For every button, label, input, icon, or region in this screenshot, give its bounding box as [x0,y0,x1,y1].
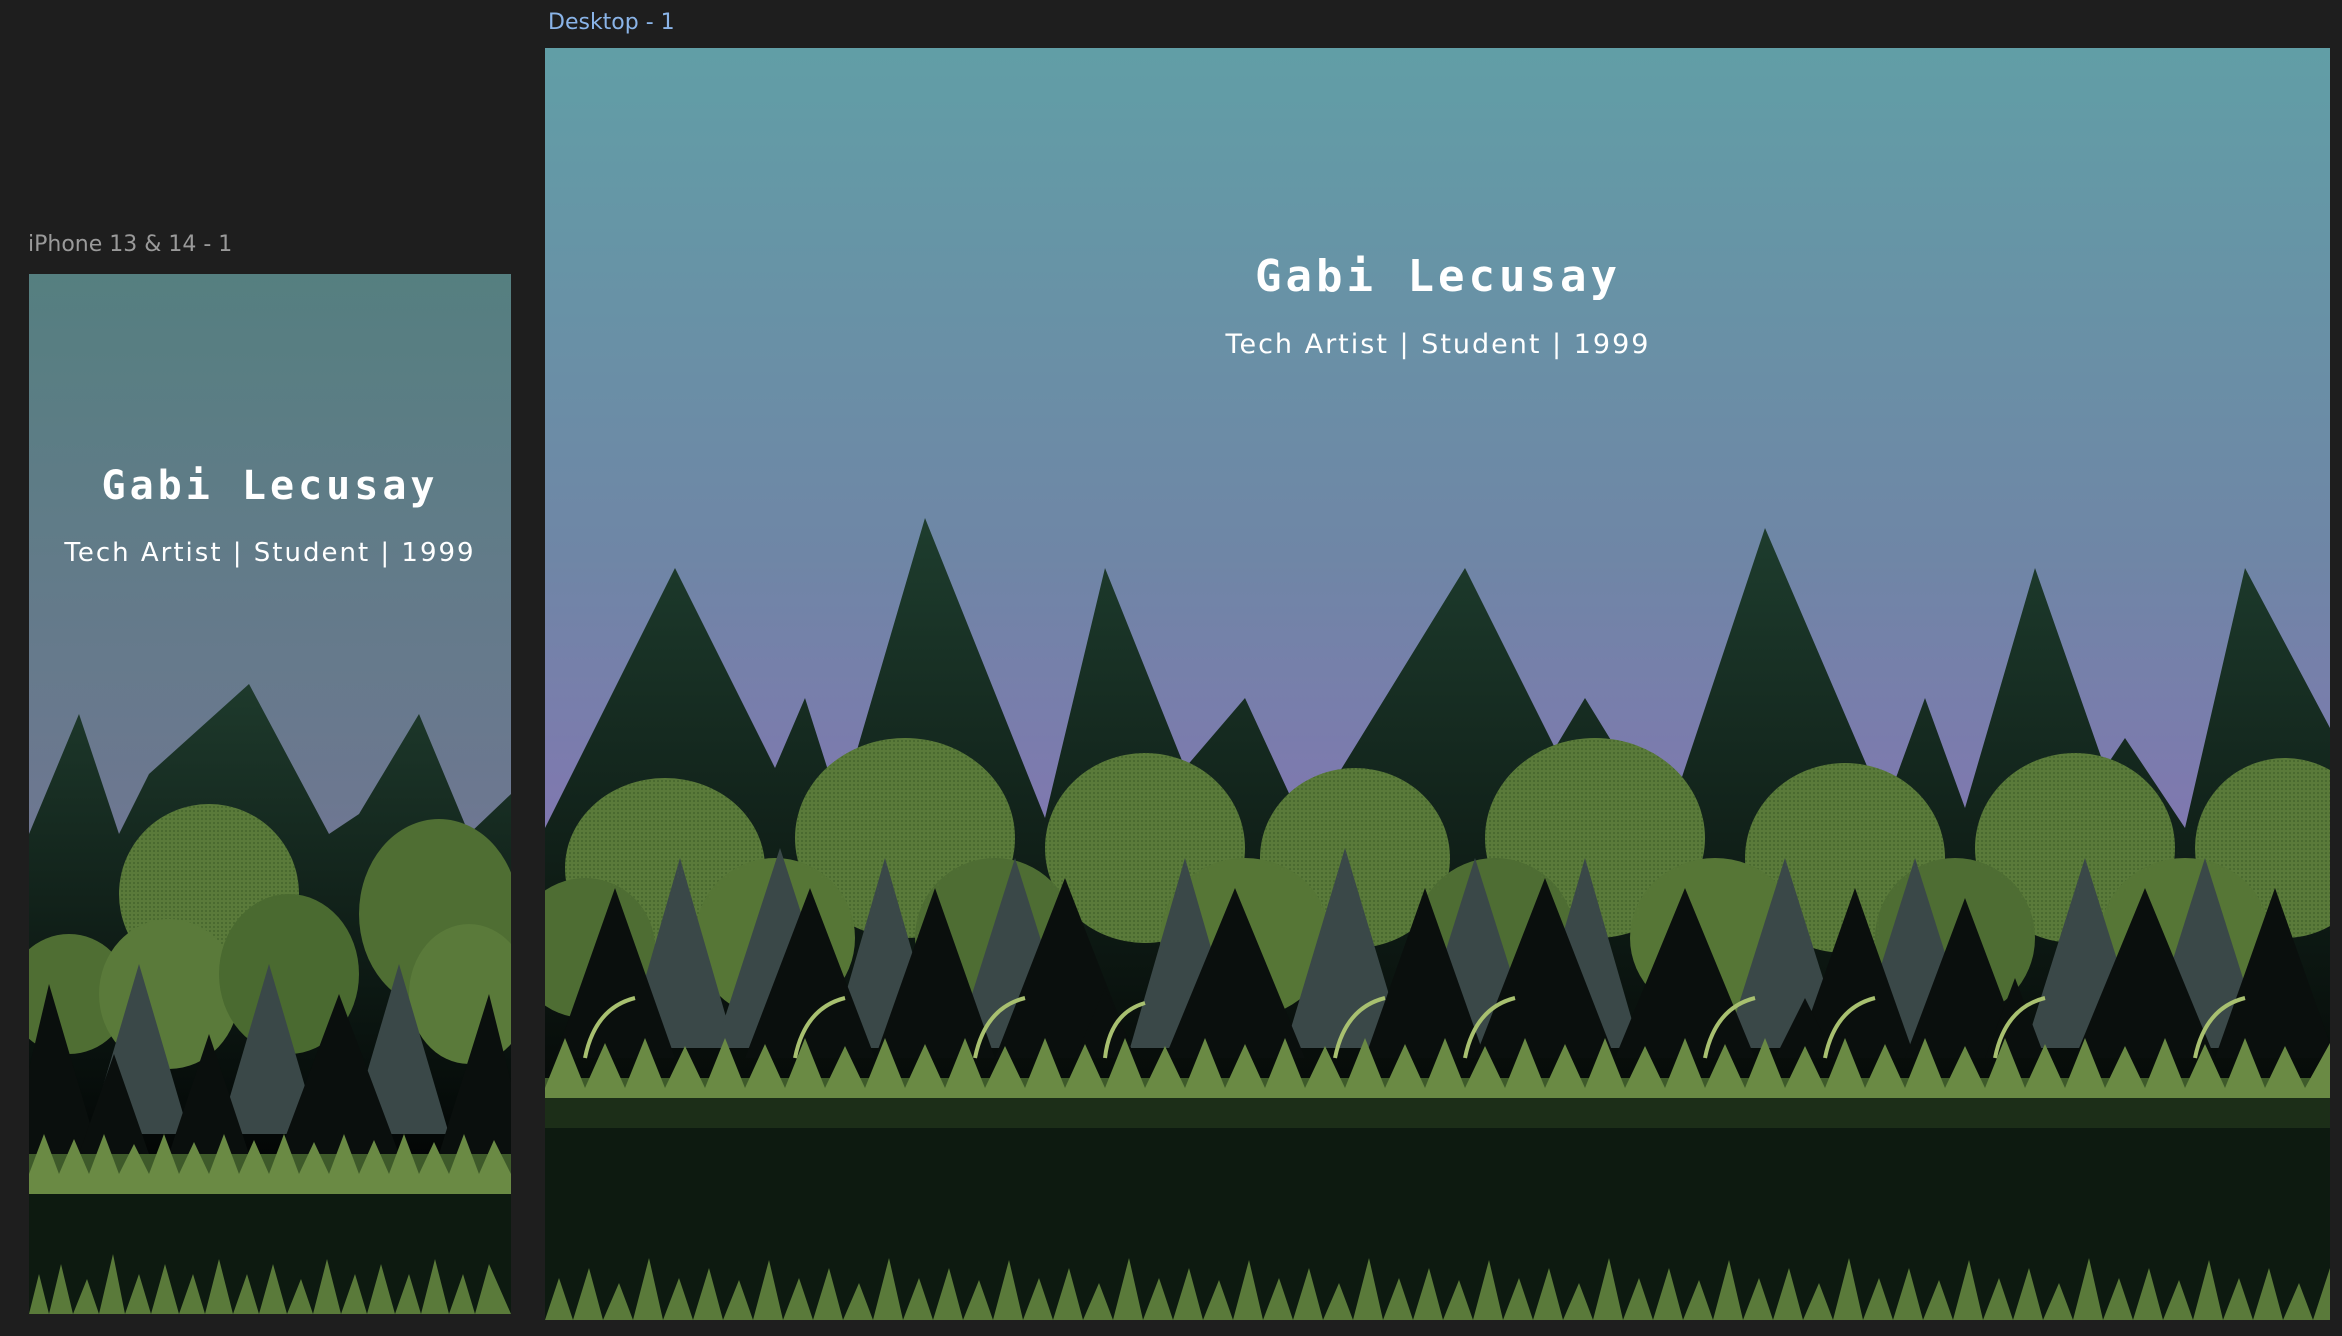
mobile-subtitle: Tech Artist | Student | 1999 [63,538,475,568]
mobile-frame[interactable]: Gabi Lecusay Tech Artist | Student | 199… [29,274,511,1314]
mobile-forest-scene: Gabi Lecusay Tech Artist | Student | 199… [29,274,511,1314]
mobile-frame-label[interactable]: iPhone 13 & 14 - 1 [28,232,232,257]
desktop-subtitle: Tech Artist | Student | 1999 [1225,329,1651,360]
mobile-title: Gabi Lecusay [102,463,439,509]
desktop-ground [545,1128,2330,1320]
desktop-title: Gabi Lecusay [1255,251,1621,302]
desktop-forest-scene: Gabi Lecusay Tech Artist | Student | 199… [545,48,2330,1320]
desktop-frame[interactable]: Gabi Lecusay Tech Artist | Student | 199… [545,48,2330,1320]
desktop-frame-label[interactable]: Desktop - 1 [548,10,675,35]
